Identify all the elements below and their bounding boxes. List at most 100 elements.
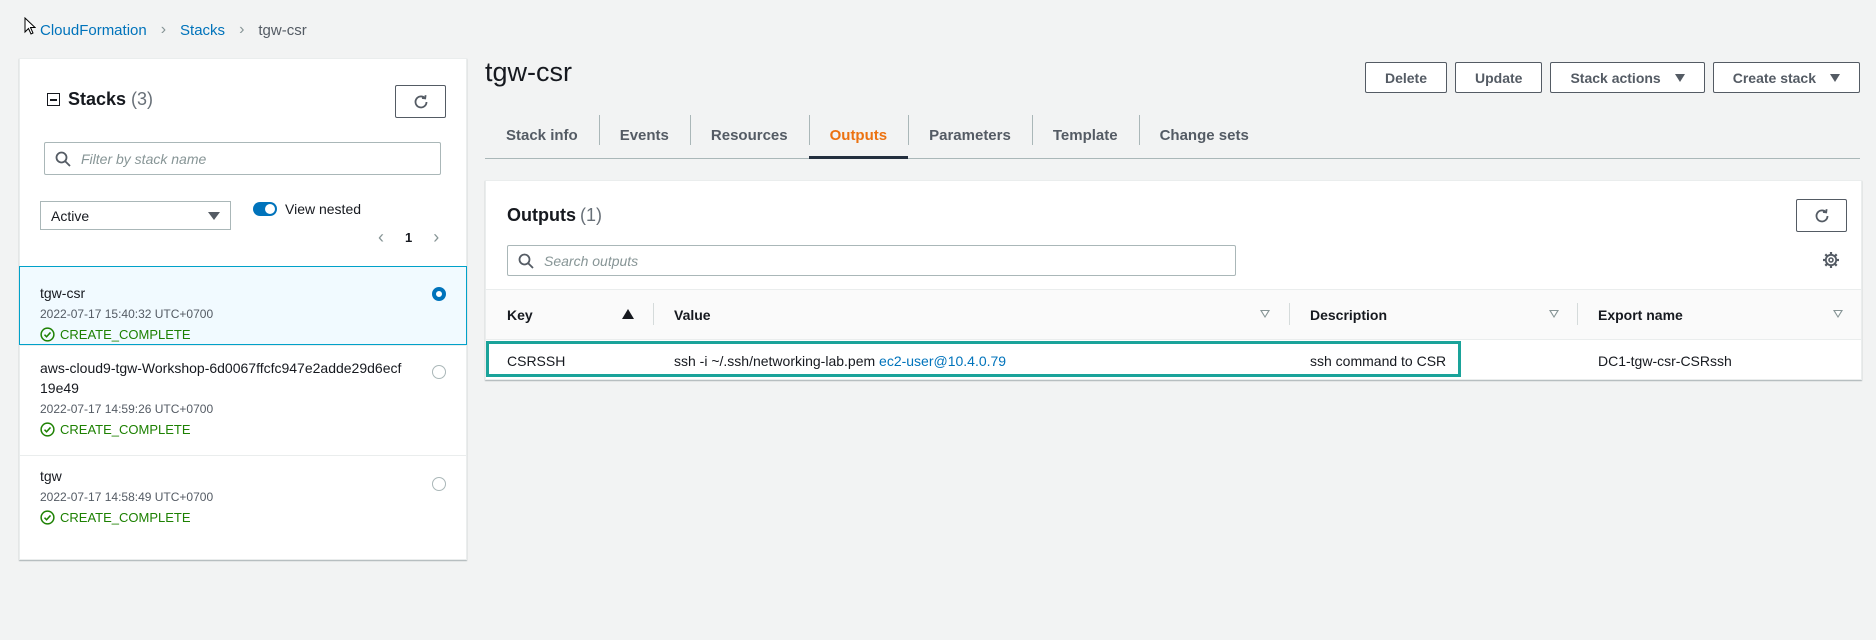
outputs-table: Key Value Description Export name CSRSSH… — [486, 289, 1861, 381]
output-value: ssh -i ~/.ssh/networking-lab.pem ec2-use… — [653, 353, 1289, 369]
delete-label: Delete — [1384, 69, 1427, 86]
stack-item[interactable]: aws-cloud9-tgw-Workshop-6d0067ffcfc947e2… — [20, 345, 466, 455]
tab-parameters[interactable]: Parameters — [908, 112, 1032, 158]
caret-down-icon — [1674, 73, 1685, 82]
breadcrumb-stacks[interactable]: Stacks — [180, 22, 225, 39]
check-circle-icon — [40, 327, 55, 342]
gear-icon[interactable] — [1822, 251, 1840, 269]
search-icon — [55, 151, 71, 167]
stack-status-label: CREATE_COMPLETE — [60, 510, 191, 525]
stack-select-radio[interactable] — [432, 365, 446, 379]
caret-down-icon — [208, 211, 220, 220]
column-header-label: Key — [507, 306, 533, 323]
stack-tabs: Stack info Events Resources Outputs Para… — [485, 112, 1860, 159]
breadcrumb-current: tgw-csr — [258, 21, 307, 39]
create-stack-label: Create stack — [1732, 69, 1816, 86]
chevron-right-icon: › — [239, 21, 245, 38]
stack-status-select[interactable]: Active — [40, 201, 231, 230]
sort-icon — [1549, 310, 1559, 318]
chevron-left-icon[interactable]: ‹ — [371, 227, 391, 248]
output-value-text: ssh -i ~/.ssh/networking-lab.pem — [674, 352, 880, 369]
stack-item[interactable]: tgw-csr 2022-07-17 15:40:32 UTC+0700 CRE… — [19, 266, 467, 345]
tab-resources[interactable]: Resources — [689, 112, 809, 158]
breadcrumb-cloudformation[interactable]: CloudFormation — [40, 22, 147, 39]
chevron-right-icon: › — [160, 21, 167, 38]
stack-select-radio[interactable] — [432, 287, 446, 301]
stack-status-value: Active — [51, 207, 90, 224]
sort-ascending-icon — [622, 309, 634, 319]
stack-name: aws-cloud9-tgw-Workshop-6d0067ffcfc947e2… — [40, 360, 402, 396]
outputs-search-box — [507, 245, 1236, 276]
column-header-key[interactable]: Key — [486, 290, 653, 339]
stacks-panel: Stacks (3) Active View nested ‹ 1 › tgw-… — [19, 58, 467, 560]
stack-status: CREATE_COMPLETE — [40, 327, 446, 342]
stack-actions-label: Stack actions — [1570, 69, 1661, 86]
tab-stack-info[interactable]: Stack info — [485, 112, 599, 158]
stack-actions-toolbar: Delete Update Stack actions Create stack — [1364, 62, 1860, 93]
refresh-stacks-button[interactable] — [395, 85, 446, 118]
update-label: Update — [1475, 69, 1523, 86]
stacks-panel-header: Stacks (3) — [47, 89, 153, 110]
sort-icon — [1833, 310, 1843, 318]
refresh-icon — [1815, 208, 1828, 222]
output-description: ssh command to CSR — [1310, 352, 1447, 369]
stack-name: tgw — [40, 468, 62, 484]
stacks-panel-title: Stacks — [68, 89, 127, 109]
column-header-export-name[interactable]: Export name — [1577, 290, 1861, 339]
stack-filter-box — [44, 142, 441, 175]
collapse-icon[interactable] — [47, 93, 60, 106]
column-header-description[interactable]: Description — [1289, 290, 1577, 339]
stack-created-time: 2022-07-17 14:59:26 UTC+0700 — [40, 402, 214, 416]
stacks-count: (3) — [131, 89, 154, 109]
stack-name: tgw-csr — [40, 285, 86, 301]
stack-select-radio[interactable] — [432, 477, 446, 491]
outputs-header: Outputs (1) — [507, 205, 602, 226]
output-export-name: DC1-tgw-csr-CSRssh — [1598, 352, 1732, 369]
view-nested-control: View nested — [253, 201, 361, 217]
stack-status-label: CREATE_COMPLETE — [60, 327, 191, 342]
tab-outputs[interactable]: Outputs — [808, 112, 909, 159]
output-key: CSRSSH — [507, 352, 566, 369]
stack-status-label: CREATE_COMPLETE — [60, 422, 191, 437]
page-title: tgw-csr — [485, 57, 572, 87]
stack-status: CREATE_COMPLETE — [40, 422, 446, 437]
outputs-count: (1) — [580, 205, 602, 225]
table-row: CSRSSH ssh -i ~/.ssh/networking-lab.pem … — [486, 340, 1861, 381]
column-header-label: Description — [1310, 306, 1388, 323]
stack-created-time: 2022-07-17 14:58:49 UTC+0700 — [40, 490, 214, 504]
stack-list: tgw-csr 2022-07-17 15:40:32 UTC+0700 CRE… — [19, 266, 467, 543]
tab-change-sets[interactable]: Change sets — [1138, 112, 1270, 158]
create-stack-button[interactable]: Create stack — [1712, 62, 1860, 93]
stack-created-time: 2022-07-17 15:40:32 UTC+0700 — [40, 307, 214, 321]
outputs-search-input[interactable] — [542, 251, 1235, 270]
outputs-table-header: Key Value Description Export name — [486, 289, 1861, 340]
cursor-arrow-icon — [24, 17, 36, 35]
stack-status: CREATE_COMPLETE — [40, 510, 446, 525]
outputs-panel: Outputs(1) Key Value Descripti — [485, 180, 1862, 380]
stack-item[interactable]: tgw 2022-07-17 14:58:49 UTC+0700 CREATE_… — [20, 455, 466, 543]
caret-down-icon — [1830, 73, 1840, 82]
search-icon — [518, 253, 534, 269]
view-nested-label: View nested — [285, 201, 362, 217]
check-circle-icon — [40, 422, 55, 437]
chevron-right-icon[interactable]: › — [426, 227, 446, 248]
column-header-label: Value — [674, 306, 711, 323]
refresh-outputs-button[interactable] — [1796, 199, 1847, 232]
column-header-value[interactable]: Value — [653, 290, 1289, 339]
page-number[interactable]: 1 — [405, 230, 412, 245]
delete-button[interactable]: Delete — [1364, 62, 1447, 93]
tab-events[interactable]: Events — [598, 112, 690, 158]
outputs-title: Outputs — [507, 205, 576, 225]
update-button[interactable]: Update — [1455, 62, 1543, 93]
stacks-pagination: ‹ 1 › — [371, 227, 446, 248]
sort-icon — [1260, 310, 1270, 318]
breadcrumb: CloudFormation › Stacks › tgw-csr — [40, 20, 307, 40]
stack-filter-input[interactable] — [79, 149, 440, 168]
column-header-label: Export name — [1598, 306, 1683, 323]
output-value-link[interactable]: ec2-user@10.4.0.79 — [879, 353, 1006, 369]
view-nested-toggle[interactable] — [253, 202, 277, 216]
check-circle-icon — [40, 510, 55, 525]
stack-actions-button[interactable]: Stack actions — [1550, 62, 1705, 93]
refresh-icon — [414, 94, 427, 108]
tab-template[interactable]: Template — [1031, 112, 1139, 158]
